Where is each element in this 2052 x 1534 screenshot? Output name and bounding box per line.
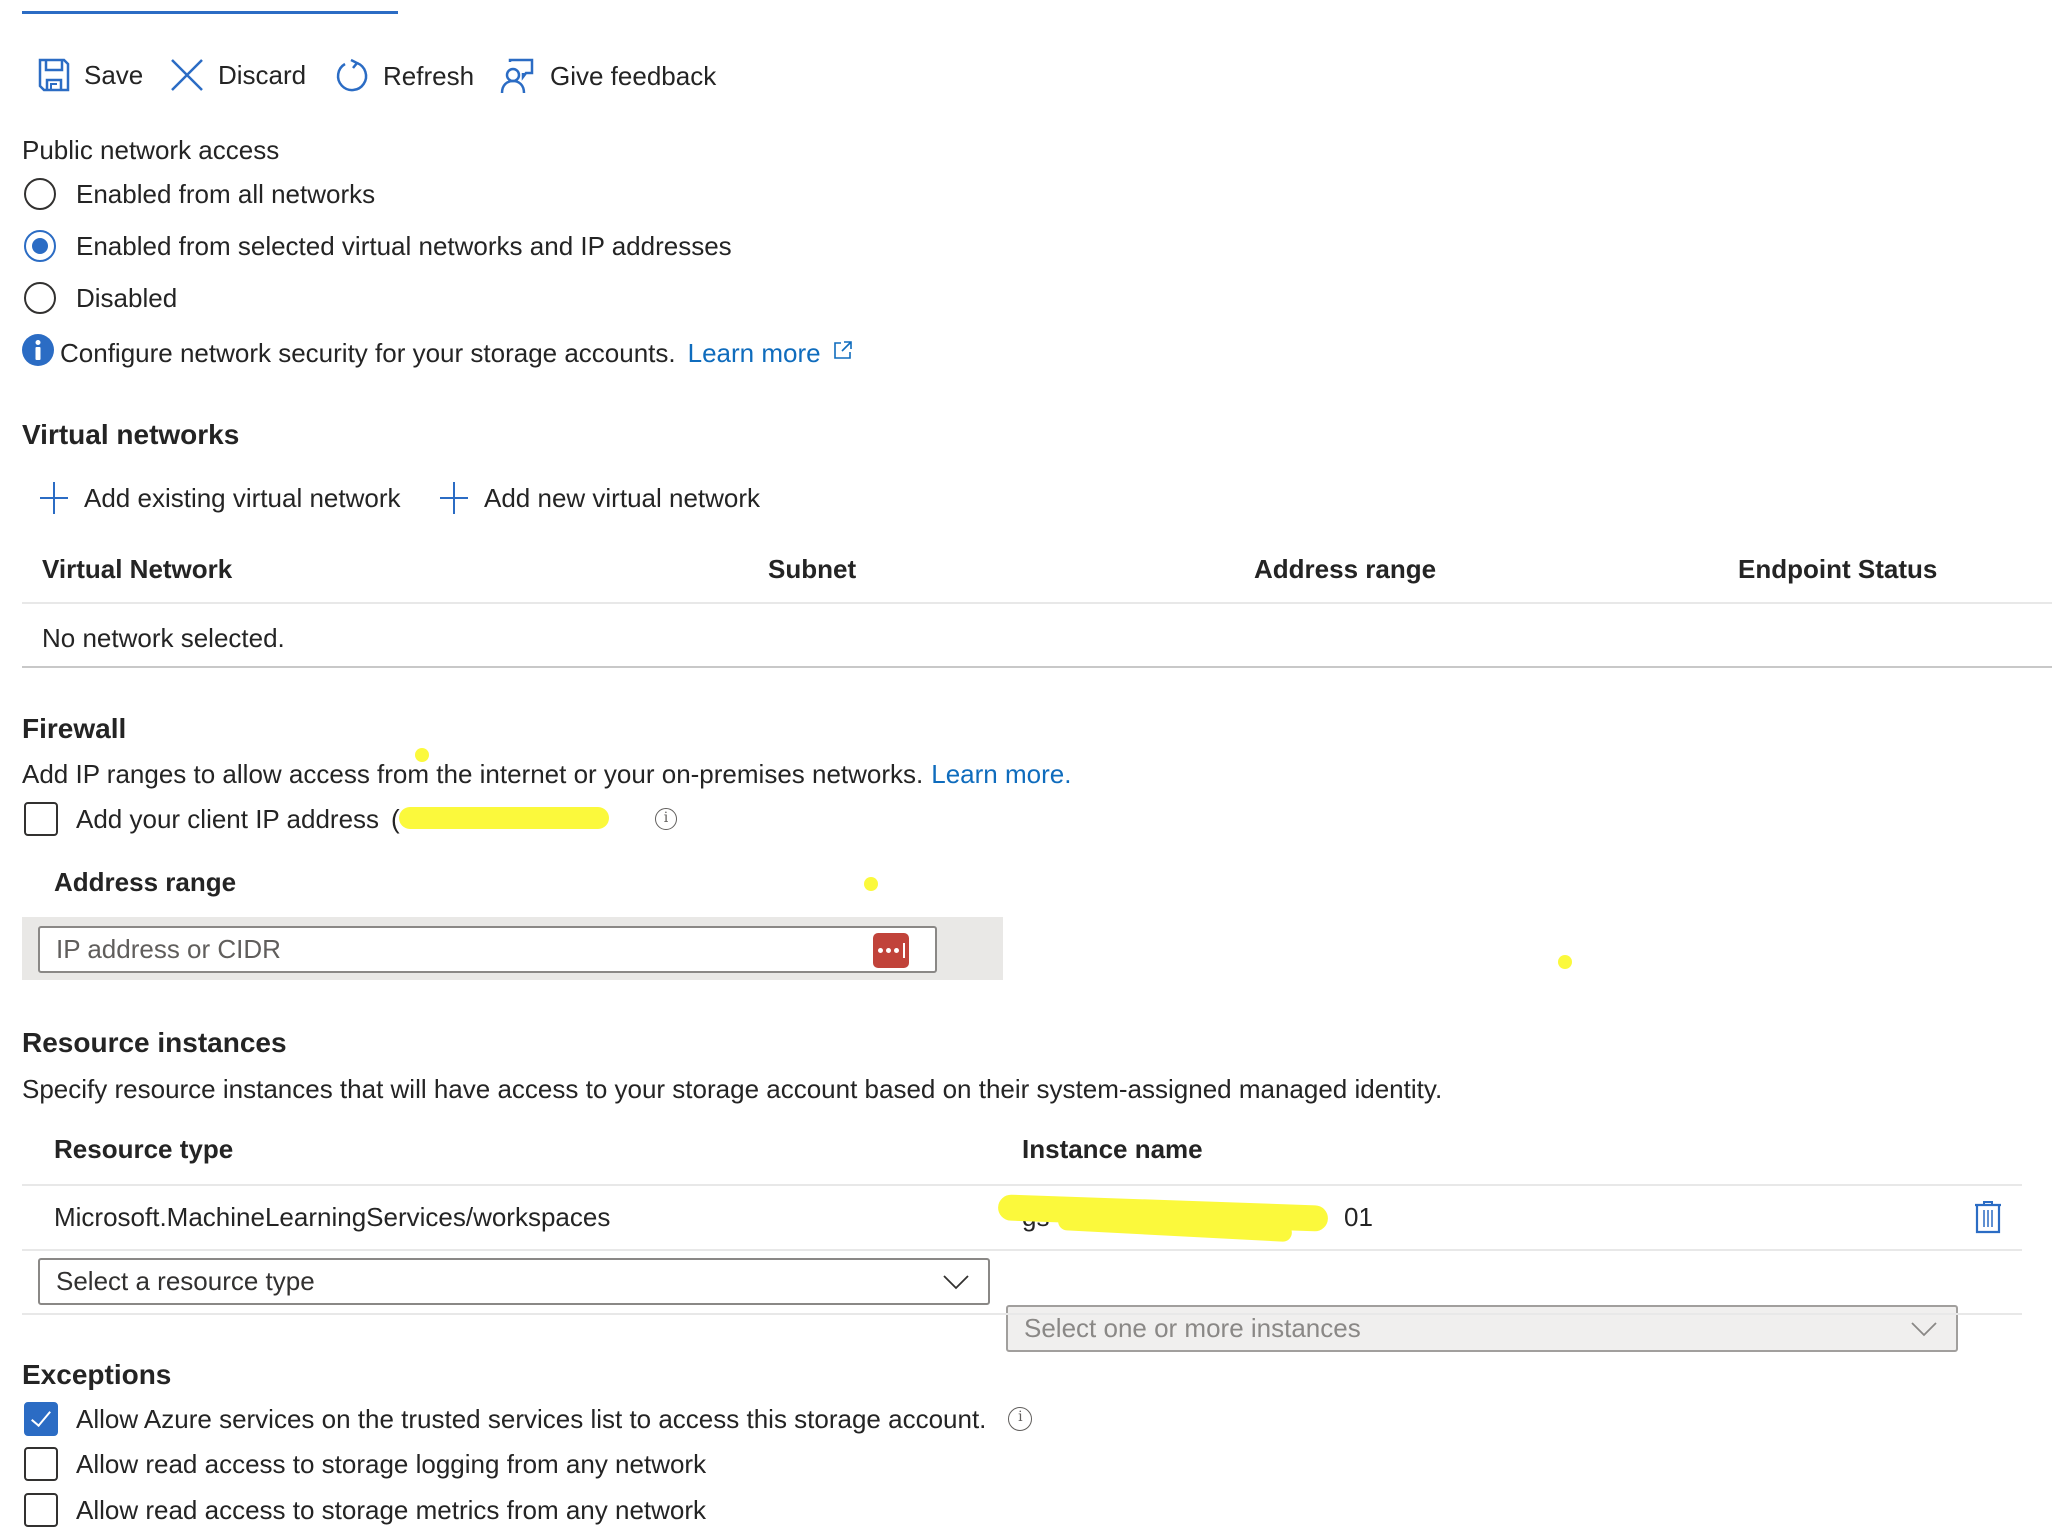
external-link-icon	[833, 340, 853, 365]
ip-address-placeholder: IP address or CIDR	[56, 934, 281, 964]
radio-disabled[interactable]: Disabled	[24, 282, 177, 314]
resource-row-divider	[22, 1249, 2022, 1251]
instance-name-cell: gs 01	[997, 1194, 1373, 1243]
add-client-ip-option[interactable]: Add your client IP address ( i	[24, 802, 678, 836]
feedback-label: Give feedback	[550, 61, 717, 91]
delete-row-button[interactable]	[1974, 1200, 2002, 1239]
chevron-down-icon	[943, 1275, 969, 1290]
exception-label: Allow read access to storage metrics fro…	[76, 1495, 707, 1525]
firewall-heading: Firewall	[22, 713, 127, 744]
firewall-learn-more-link[interactable]: Learn more.	[931, 758, 1071, 790]
plus-icon	[38, 482, 70, 514]
redaction-mark	[399, 807, 610, 829]
storage-logging-checkbox[interactable]	[24, 1447, 58, 1481]
exceptions-heading: Exceptions	[22, 1359, 172, 1390]
column-header-instance-name: Instance name	[1022, 1134, 1203, 1164]
add-existing-vnet-button[interactable]: Add existing virtual network	[38, 482, 400, 514]
refresh-button[interactable]: Refresh	[335, 58, 474, 94]
address-range-label: Address range	[54, 867, 237, 897]
ip-address-input[interactable]: IP address or CIDR	[38, 926, 937, 973]
firewall-description-text: Add IP ranges to allow access from the i…	[22, 759, 924, 789]
resource-type-cell: Microsoft.MachineLearningServices/worksp…	[54, 1202, 611, 1232]
info-icon	[22, 334, 54, 371]
add-new-vnet-label: Add new virtual network	[484, 483, 761, 513]
radio-button-selected[interactable]	[24, 230, 56, 262]
resource-type-select[interactable]: Select a resource type	[38, 1258, 990, 1305]
radio-enabled-all[interactable]: Enabled from all networks	[24, 178, 375, 210]
highlight-mark	[1558, 955, 1572, 969]
resource-header-divider	[22, 1184, 2022, 1186]
network-security-info: Configure network security for your stor…	[22, 334, 853, 371]
column-header-subnet[interactable]: Subnet	[768, 553, 856, 585]
storage-metrics-checkbox[interactable]	[24, 1493, 58, 1527]
resource-type-placeholder: Select a resource type	[56, 1266, 315, 1296]
exception-storage-logging[interactable]: Allow read access to storage logging fro…	[24, 1447, 706, 1481]
exception-storage-metrics[interactable]: Allow read access to storage metrics fro…	[24, 1493, 706, 1527]
info-icon[interactable]: i	[655, 808, 678, 830]
column-header-address-range[interactable]: Address range	[1254, 553, 1436, 585]
add-client-ip-checkbox[interactable]	[24, 802, 58, 836]
give-feedback-button[interactable]: Give feedback	[500, 58, 716, 94]
highlight-mark	[864, 877, 878, 891]
active-tab-indicator	[22, 11, 398, 14]
trusted-services-checkbox[interactable]	[24, 1402, 58, 1436]
radio-enabled-selected[interactable]: Enabled from selected virtual networks a…	[24, 230, 732, 262]
virtual-networks-heading: Virtual networks	[22, 419, 240, 450]
table-header-divider	[22, 602, 2052, 604]
instances-placeholder: Select one or more instances	[1024, 1313, 1361, 1343]
chevron-down-icon	[1911, 1322, 1937, 1337]
column-header-virtual-network[interactable]: Virtual Network	[42, 553, 232, 585]
feedback-icon	[500, 58, 536, 94]
column-header-resource-type: Resource type	[54, 1134, 234, 1164]
radio-button[interactable]	[24, 282, 56, 314]
discard-label: Discard	[218, 60, 307, 90]
exception-label: Allow Azure services on the trusted serv…	[76, 1404, 987, 1434]
add-client-ip-label: Add your client IP address	[76, 804, 380, 834]
radio-label: Enabled from selected virtual networks a…	[76, 231, 732, 261]
save-button[interactable]: Save	[38, 58, 143, 92]
trash-icon	[1974, 1201, 2002, 1238]
plus-icon	[438, 482, 470, 514]
learn-more-link[interactable]: Learn more	[688, 337, 821, 369]
info-text: Configure network security for your stor…	[60, 337, 676, 368]
exception-trusted-services[interactable]: Allow Azure services on the trusted serv…	[24, 1402, 1033, 1436]
resource-instances-description: Specify resource instances that will hav…	[22, 1074, 1443, 1104]
password-manager-button[interactable]	[873, 933, 909, 968]
exception-label: Allow read access to storage logging fro…	[76, 1449, 707, 1479]
radio-label: Enabled from all networks	[76, 179, 376, 209]
resource-instances-heading: Resource instances	[22, 1027, 287, 1058]
client-ip-value-redacted: (	[391, 803, 637, 835]
empty-network-message: No network selected.	[42, 623, 285, 653]
save-icon	[38, 58, 70, 92]
highlight-mark	[415, 748, 429, 762]
save-label: Save	[84, 60, 144, 90]
table-bottom-divider	[22, 666, 2052, 668]
firewall-description: Add IP ranges to allow access from the i…	[22, 758, 1071, 790]
refresh-label: Refresh	[383, 61, 475, 91]
radio-label: Disabled	[76, 283, 178, 313]
add-existing-vnet-label: Add existing virtual network	[84, 483, 401, 513]
resource-select-divider	[22, 1313, 2022, 1315]
radio-button[interactable]	[24, 178, 56, 210]
column-header-endpoint-status[interactable]: Endpoint Status	[1738, 553, 1937, 585]
public-network-access-label: Public network access	[22, 135, 280, 165]
info-icon[interactable]: i	[1008, 1407, 1033, 1431]
discard-button[interactable]: Discard	[170, 58, 306, 92]
close-icon	[170, 58, 204, 92]
refresh-icon	[335, 58, 369, 94]
add-new-vnet-button[interactable]: Add new virtual network	[438, 482, 760, 514]
